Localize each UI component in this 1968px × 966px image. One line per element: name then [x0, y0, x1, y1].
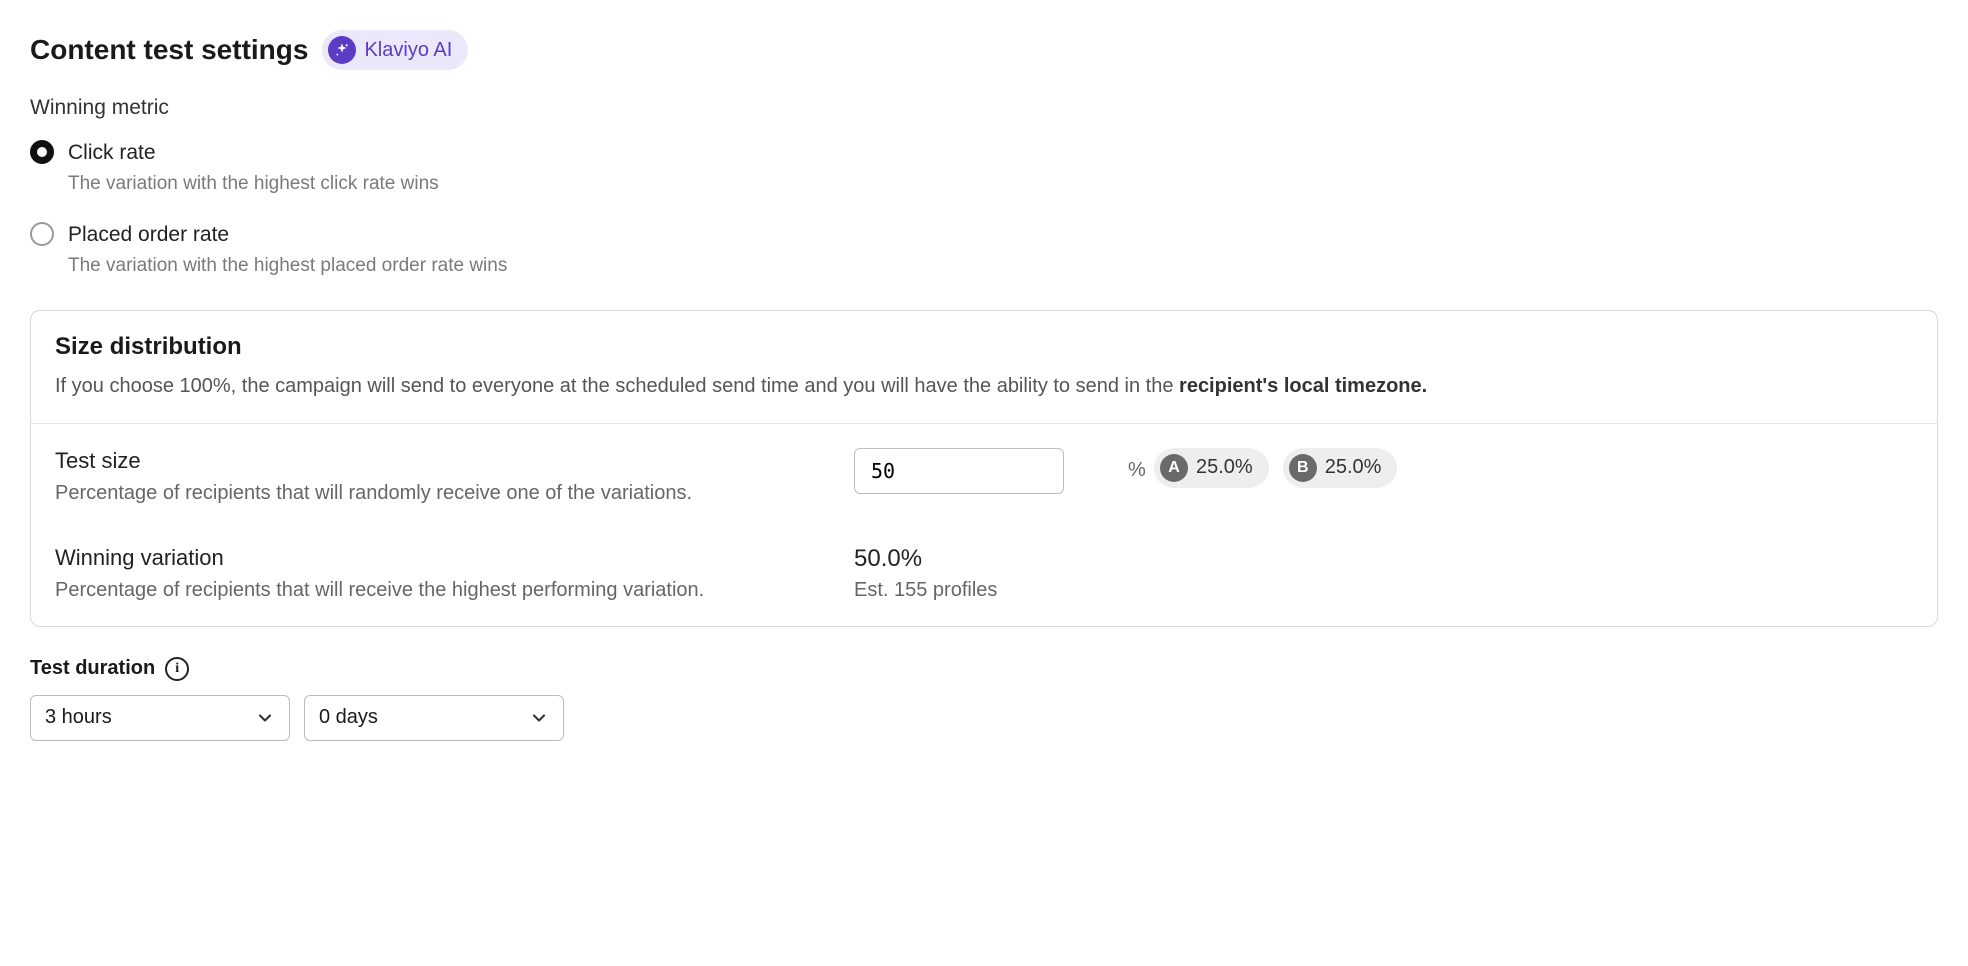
duration-hours-value: 3 hours — [45, 706, 112, 729]
winning-variation-title: Winning variation — [55, 545, 814, 571]
radio-icon — [30, 222, 54, 246]
ai-badge: Klaviyo AI — [322, 30, 468, 70]
variation-pill-b: B 25.0% — [1283, 448, 1398, 488]
radio-sub: The variation with the highest placed or… — [68, 253, 507, 280]
duration-days-value: 0 days — [319, 706, 378, 729]
winning-variation-value: 50.0% — [854, 545, 1114, 573]
size-distribution-panel: Size distribution If you choose 100%, th… — [30, 310, 1938, 627]
duration-hours-select[interactable]: 3 hours — [30, 695, 290, 741]
chevron-down-icon — [529, 708, 549, 728]
radio-sub: The variation with the highest click rat… — [68, 171, 439, 198]
page-title: Content test settings — [30, 34, 308, 66]
variation-value: 25.0% — [1325, 456, 1382, 479]
chevron-down-icon — [255, 708, 275, 728]
sparkle-icon — [328, 36, 356, 64]
ai-badge-label: Klaviyo AI — [364, 39, 452, 62]
variation-letter: B — [1289, 454, 1317, 482]
intro-prefix: If you choose 100%, the campaign will se… — [55, 375, 1179, 397]
test-size-input-wrap[interactable]: % — [854, 448, 1064, 494]
winning-metric-label: Winning metric — [30, 96, 1938, 120]
test-size-title: Test size — [55, 448, 814, 474]
radio-title: Placed order rate — [68, 220, 507, 249]
radio-click-rate[interactable]: Click rate The variation with the highes… — [30, 138, 1938, 198]
variation-letter: A — [1160, 454, 1188, 482]
variation-pill-a: A 25.0% — [1154, 448, 1269, 488]
winning-variation-sub: Percentage of recipients that will recei… — [55, 579, 814, 602]
test-duration-label: Test duration — [30, 657, 155, 680]
test-size-input[interactable] — [869, 458, 1128, 484]
size-distribution-intro: If you choose 100%, the campaign will se… — [55, 371, 1913, 401]
size-distribution-heading: Size distribution — [55, 333, 1913, 361]
radio-title: Click rate — [68, 138, 439, 167]
winning-metric-radio-group: Click rate The variation with the highes… — [30, 138, 1938, 280]
variation-pills: A 25.0% B 25.0% — [1154, 448, 1913, 488]
duration-days-select[interactable]: 0 days — [304, 695, 564, 741]
test-size-sub: Percentage of recipients that will rando… — [55, 482, 814, 505]
radio-placed-order-rate[interactable]: Placed order rate The variation with the… — [30, 220, 1938, 280]
radio-icon — [30, 140, 54, 164]
variation-value: 25.0% — [1196, 456, 1253, 479]
intro-bold: recipient's local timezone. — [1179, 375, 1427, 397]
percent-symbol: % — [1128, 459, 1146, 482]
winning-variation-est: Est. 155 profiles — [854, 579, 1114, 602]
info-icon[interactable]: i — [165, 657, 189, 681]
